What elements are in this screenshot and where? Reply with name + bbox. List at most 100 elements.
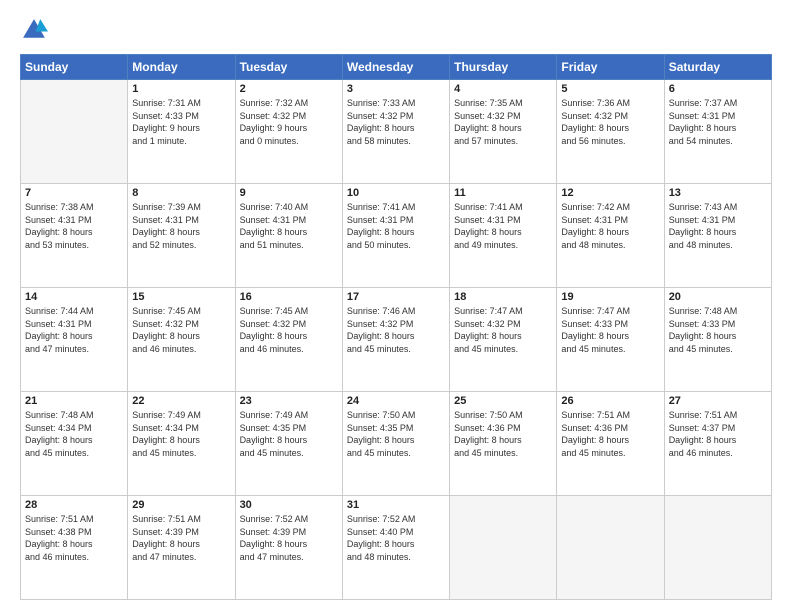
calendar-table: SundayMondayTuesdayWednesdayThursdayFrid… — [20, 54, 772, 600]
calendar-cell: 31 Sunrise: 7:52 AM Sunset: 4:40 PM Dayli… — [342, 496, 449, 600]
day-number: 30 — [240, 499, 338, 511]
calendar-week-3: 21 Sunrise: 7:48 AM Sunset: 4:34 PM Dayli… — [21, 392, 772, 496]
weekday-header-wednesday: Wednesday — [342, 55, 449, 80]
day-number: 3 — [347, 83, 445, 95]
cell-info: Sunrise: 7:32 AM Sunset: 4:32 PM Dayligh… — [240, 97, 338, 147]
cell-info: Sunrise: 7:37 AM Sunset: 4:31 PM Dayligh… — [669, 97, 767, 147]
day-number: 2 — [240, 83, 338, 95]
calendar-cell: 6 Sunrise: 7:37 AM Sunset: 4:31 PM Daylig… — [664, 80, 771, 184]
day-number: 9 — [240, 187, 338, 199]
calendar-week-4: 28 Sunrise: 7:51 AM Sunset: 4:38 PM Dayli… — [21, 496, 772, 600]
cell-info: Sunrise: 7:31 AM Sunset: 4:33 PM Dayligh… — [132, 97, 230, 147]
weekday-header-tuesday: Tuesday — [235, 55, 342, 80]
calendar-cell: 15 Sunrise: 7:45 AM Sunset: 4:32 PM Dayli… — [128, 288, 235, 392]
day-number: 7 — [25, 187, 123, 199]
calendar-cell: 9 Sunrise: 7:40 AM Sunset: 4:31 PM Daylig… — [235, 184, 342, 288]
calendar-cell: 11 Sunrise: 7:41 AM Sunset: 4:31 PM Dayli… — [450, 184, 557, 288]
calendar-cell — [664, 496, 771, 600]
weekday-header-row: SundayMondayTuesdayWednesdayThursdayFrid… — [21, 55, 772, 80]
cell-info: Sunrise: 7:51 AM Sunset: 4:38 PM Dayligh… — [25, 513, 123, 563]
day-number: 24 — [347, 395, 445, 407]
cell-info: Sunrise: 7:43 AM Sunset: 4:31 PM Dayligh… — [669, 201, 767, 251]
calendar-cell — [21, 80, 128, 184]
cell-info: Sunrise: 7:51 AM Sunset: 4:39 PM Dayligh… — [132, 513, 230, 563]
day-number: 29 — [132, 499, 230, 511]
calendar-cell: 28 Sunrise: 7:51 AM Sunset: 4:38 PM Dayli… — [21, 496, 128, 600]
day-number: 8 — [132, 187, 230, 199]
day-number: 26 — [561, 395, 659, 407]
calendar-cell: 4Sunrise: 7:35 AM Sunset: 4:32 PM Daylig… — [450, 80, 557, 184]
calendar-cell: 2 Sunrise: 7:32 AM Sunset: 4:32 PM Daylig… — [235, 80, 342, 184]
weekday-header-monday: Monday — [128, 55, 235, 80]
cell-info: Sunrise: 7:40 AM Sunset: 4:31 PM Dayligh… — [240, 201, 338, 251]
calendar-cell — [450, 496, 557, 600]
day-number: 14 — [25, 291, 123, 303]
calendar-cell: 19 Sunrise: 7:47 AM Sunset: 4:33 PM Dayli… — [557, 288, 664, 392]
calendar-cell: 30 Sunrise: 7:52 AM Sunset: 4:39 PM Dayli… — [235, 496, 342, 600]
cell-info: Sunrise: 7:44 AM Sunset: 4:31 PM Dayligh… — [25, 305, 123, 355]
day-number: 28 — [25, 499, 123, 511]
cell-info: Sunrise: 7:47 AM Sunset: 4:33 PM Dayligh… — [561, 305, 659, 355]
cell-info: Sunrise: 7:49 AM Sunset: 4:35 PM Dayligh… — [240, 409, 338, 459]
cell-info: Sunrise: 7:48 AM Sunset: 4:34 PM Dayligh… — [25, 409, 123, 459]
day-number: 11 — [454, 187, 552, 199]
day-number: 22 — [132, 395, 230, 407]
calendar-cell: 22Sunrise: 7:49 AM Sunset: 4:34 PM Dayli… — [128, 392, 235, 496]
cell-info: Sunrise: 7:42 AM Sunset: 4:31 PM Dayligh… — [561, 201, 659, 251]
day-number: 25 — [454, 395, 552, 407]
calendar-cell: 1 Sunrise: 7:31 AM Sunset: 4:33 PM Daylig… — [128, 80, 235, 184]
logo-icon — [20, 16, 48, 44]
day-number: 23 — [240, 395, 338, 407]
page: SundayMondayTuesdayWednesdayThursdayFrid… — [0, 0, 792, 612]
calendar-cell: 23 Sunrise: 7:49 AM Sunset: 4:35 PM Dayli… — [235, 392, 342, 496]
cell-info: Sunrise: 7:50 AM Sunset: 4:35 PM Dayligh… — [347, 409, 445, 459]
day-number: 5 — [561, 83, 659, 95]
calendar-cell: 17Sunrise: 7:46 AM Sunset: 4:32 PM Dayli… — [342, 288, 449, 392]
calendar-cell — [557, 496, 664, 600]
cell-info: Sunrise: 7:50 AM Sunset: 4:36 PM Dayligh… — [454, 409, 552, 459]
day-number: 20 — [669, 291, 767, 303]
cell-info: Sunrise: 7:52 AM Sunset: 4:39 PM Dayligh… — [240, 513, 338, 563]
calendar-week-2: 14 Sunrise: 7:44 AM Sunset: 4:31 PM Dayli… — [21, 288, 772, 392]
cell-info: Sunrise: 7:33 AM Sunset: 4:32 PM Dayligh… — [347, 97, 445, 147]
day-number: 4 — [454, 83, 552, 95]
day-number: 1 — [132, 83, 230, 95]
day-number: 18 — [454, 291, 552, 303]
day-number: 13 — [669, 187, 767, 199]
calendar-cell: 12 Sunrise: 7:42 AM Sunset: 4:31 PM Dayli… — [557, 184, 664, 288]
cell-info: Sunrise: 7:36 AM Sunset: 4:32 PM Dayligh… — [561, 97, 659, 147]
cell-info: Sunrise: 7:51 AM Sunset: 4:36 PM Dayligh… — [561, 409, 659, 459]
calendar-cell: 5 Sunrise: 7:36 AM Sunset: 4:32 PM Daylig… — [557, 80, 664, 184]
cell-info: Sunrise: 7:39 AM Sunset: 4:31 PM Dayligh… — [132, 201, 230, 251]
calendar-cell: 29 Sunrise: 7:51 AM Sunset: 4:39 PM Dayli… — [128, 496, 235, 600]
day-number: 12 — [561, 187, 659, 199]
day-number: 27 — [669, 395, 767, 407]
cell-info: Sunrise: 7:41 AM Sunset: 4:31 PM Dayligh… — [454, 201, 552, 251]
weekday-header-thursday: Thursday — [450, 55, 557, 80]
day-number: 10 — [347, 187, 445, 199]
calendar-cell: 27 Sunrise: 7:51 AM Sunset: 4:37 PM Dayli… — [664, 392, 771, 496]
cell-info: Sunrise: 7:41 AM Sunset: 4:31 PM Dayligh… — [347, 201, 445, 251]
day-number: 21 — [25, 395, 123, 407]
day-number: 19 — [561, 291, 659, 303]
day-number: 6 — [669, 83, 767, 95]
calendar-cell: 24 Sunrise: 7:50 AM Sunset: 4:35 PM Dayli… — [342, 392, 449, 496]
header — [20, 16, 772, 44]
day-number: 31 — [347, 499, 445, 511]
calendar-week-0: 1 Sunrise: 7:31 AM Sunset: 4:33 PM Daylig… — [21, 80, 772, 184]
day-number: 15 — [132, 291, 230, 303]
cell-info: Sunrise: 7:51 AM Sunset: 4:37 PM Dayligh… — [669, 409, 767, 459]
calendar-cell: 7Sunrise: 7:38 AM Sunset: 4:31 PM Daylig… — [21, 184, 128, 288]
cell-info: Sunrise: 7:48 AM Sunset: 4:33 PM Dayligh… — [669, 305, 767, 355]
calendar-cell: 25 Sunrise: 7:50 AM Sunset: 4:36 PM Dayli… — [450, 392, 557, 496]
cell-info: Sunrise: 7:52 AM Sunset: 4:40 PM Dayligh… — [347, 513, 445, 563]
calendar-cell: 14 Sunrise: 7:44 AM Sunset: 4:31 PM Dayli… — [21, 288, 128, 392]
calendar-cell: 13 Sunrise: 7:43 AM Sunset: 4:31 PM Dayli… — [664, 184, 771, 288]
calendar-cell: 10 Sunrise: 7:41 AM Sunset: 4:31 PM Dayli… — [342, 184, 449, 288]
calendar-cell: 21 Sunrise: 7:48 AM Sunset: 4:34 PM Dayli… — [21, 392, 128, 496]
calendar-cell: 20 Sunrise: 7:48 AM Sunset: 4:33 PM Dayli… — [664, 288, 771, 392]
calendar-cell: 8 Sunrise: 7:39 AM Sunset: 4:31 PM Daylig… — [128, 184, 235, 288]
cell-info: Sunrise: 7:45 AM Sunset: 4:32 PM Dayligh… — [240, 305, 338, 355]
cell-info: Sunrise: 7:46 AM Sunset: 4:32 PM Dayligh… — [347, 305, 445, 355]
cell-info: Sunrise: 7:45 AM Sunset: 4:32 PM Dayligh… — [132, 305, 230, 355]
